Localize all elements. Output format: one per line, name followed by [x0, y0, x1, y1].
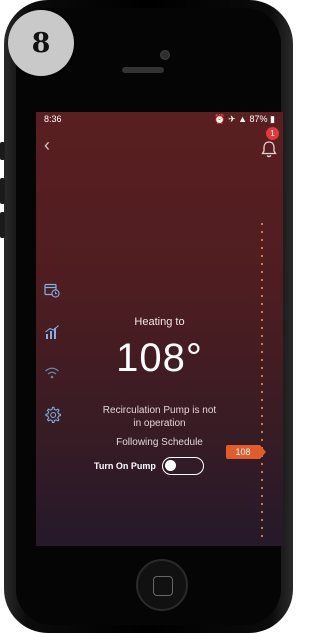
- battery-percent: 87%: [249, 114, 268, 124]
- status-right: ⏰ ✈ ▲ 87% ▮: [214, 114, 275, 125]
- status-icons: ⏰ ✈ ▲: [214, 114, 250, 124]
- volume-up-button: [0, 178, 5, 204]
- volume-down-button: [0, 212, 5, 238]
- step-number-badge: 8: [8, 10, 74, 76]
- pump-toggle-label: Turn On Pump: [94, 461, 156, 471]
- notification-badge: 1: [266, 127, 279, 140]
- status-time: 8:36: [44, 114, 62, 124]
- pump-toggle-row: Turn On Pump: [94, 457, 204, 475]
- home-button[interactable]: [136, 559, 188, 611]
- bell-icon[interactable]: [261, 140, 277, 158]
- step-number: 8: [31, 27, 51, 59]
- heating-label: Heating to: [134, 316, 185, 328]
- calendar-clock-icon[interactable]: [44, 282, 60, 298]
- setpoint-marker[interactable]: 108: [226, 445, 266, 459]
- target-temperature: 108°: [116, 336, 203, 380]
- pump-toggle-switch[interactable]: [161, 457, 204, 475]
- pump-status-text: Recirculation Pump is not in operation: [36, 404, 283, 430]
- mute-switch: [0, 142, 5, 160]
- status-bar: 8:36 ⏰ ✈ ▲ 87% ▮: [36, 112, 283, 126]
- pump-status: Recirculation Pump is not in operation: [102, 405, 217, 429]
- home-square-icon: [153, 576, 173, 596]
- toggle-knob: [164, 460, 176, 471]
- front-camera: [160, 50, 170, 60]
- back-arrow-icon[interactable]: ‹: [44, 136, 50, 154]
- app-screen: 8:36 ⏰ ✈ ▲ 87% ▮ ‹ 1 Heating to 108° Rec…: [36, 112, 283, 546]
- earpiece-speaker: [122, 67, 164, 73]
- battery-icon: ▮: [267, 114, 275, 124]
